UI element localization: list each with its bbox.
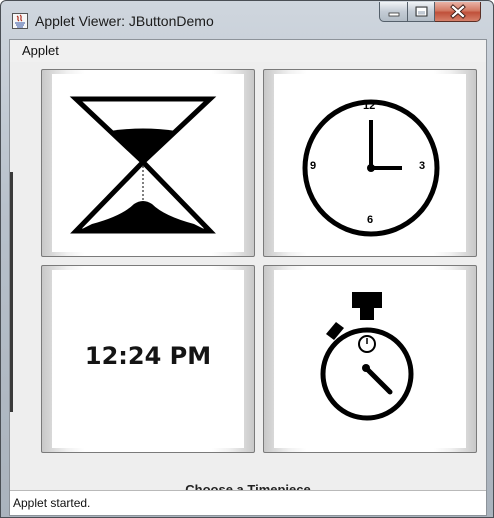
digital-clock-face: 12:24 PM bbox=[52, 270, 244, 448]
digital-time-text: 12:24 PM bbox=[84, 342, 212, 370]
button-panel: 12 3 6 9 12:24 PM bbox=[10, 62, 486, 497]
window-controls bbox=[379, 2, 481, 22]
clock-numeral-6: 6 bbox=[367, 214, 374, 226]
status-text: Applet started. bbox=[13, 496, 91, 510]
analog-clock-face: 12 3 6 9 bbox=[274, 74, 466, 252]
maximize-button[interactable] bbox=[408, 2, 435, 22]
java-app-icon bbox=[12, 13, 28, 29]
close-icon bbox=[450, 4, 466, 19]
menu-bar: Applet bbox=[10, 40, 486, 62]
stopwatch-button[interactable] bbox=[263, 265, 477, 453]
applet-content: Applet 12 3 6 9 12:24 PM Applet started. bbox=[9, 39, 487, 516]
stopwatch-face bbox=[274, 270, 466, 448]
hourglass-icon bbox=[69, 96, 217, 234]
applet-window: Applet Viewer: JButtonDemo Applet 12 3 6… bbox=[0, 0, 494, 518]
status-bar: Applet started. bbox=[10, 490, 486, 515]
analog-clock-button[interactable]: 12 3 6 9 bbox=[263, 69, 477, 257]
clock-numeral-9: 9 bbox=[310, 160, 317, 172]
close-button[interactable] bbox=[435, 2, 481, 22]
hourglass-button[interactable] bbox=[41, 69, 255, 257]
minimize-button[interactable] bbox=[379, 2, 408, 22]
clock-numeral-3: 3 bbox=[419, 160, 426, 172]
window-title: Applet Viewer: JButtonDemo bbox=[35, 13, 214, 29]
panel-edge bbox=[10, 172, 13, 412]
title-bar[interactable]: Applet Viewer: JButtonDemo bbox=[1, 1, 493, 39]
hourglass-face bbox=[52, 74, 244, 252]
menu-applet[interactable]: Applet bbox=[20, 43, 61, 58]
minimize-icon bbox=[388, 12, 400, 17]
maximize-icon bbox=[415, 6, 428, 17]
clock-numeral-12: 12 bbox=[363, 100, 376, 112]
stopwatch-icon bbox=[320, 292, 414, 421]
digital-clock-button[interactable]: 12:24 PM bbox=[41, 265, 255, 453]
